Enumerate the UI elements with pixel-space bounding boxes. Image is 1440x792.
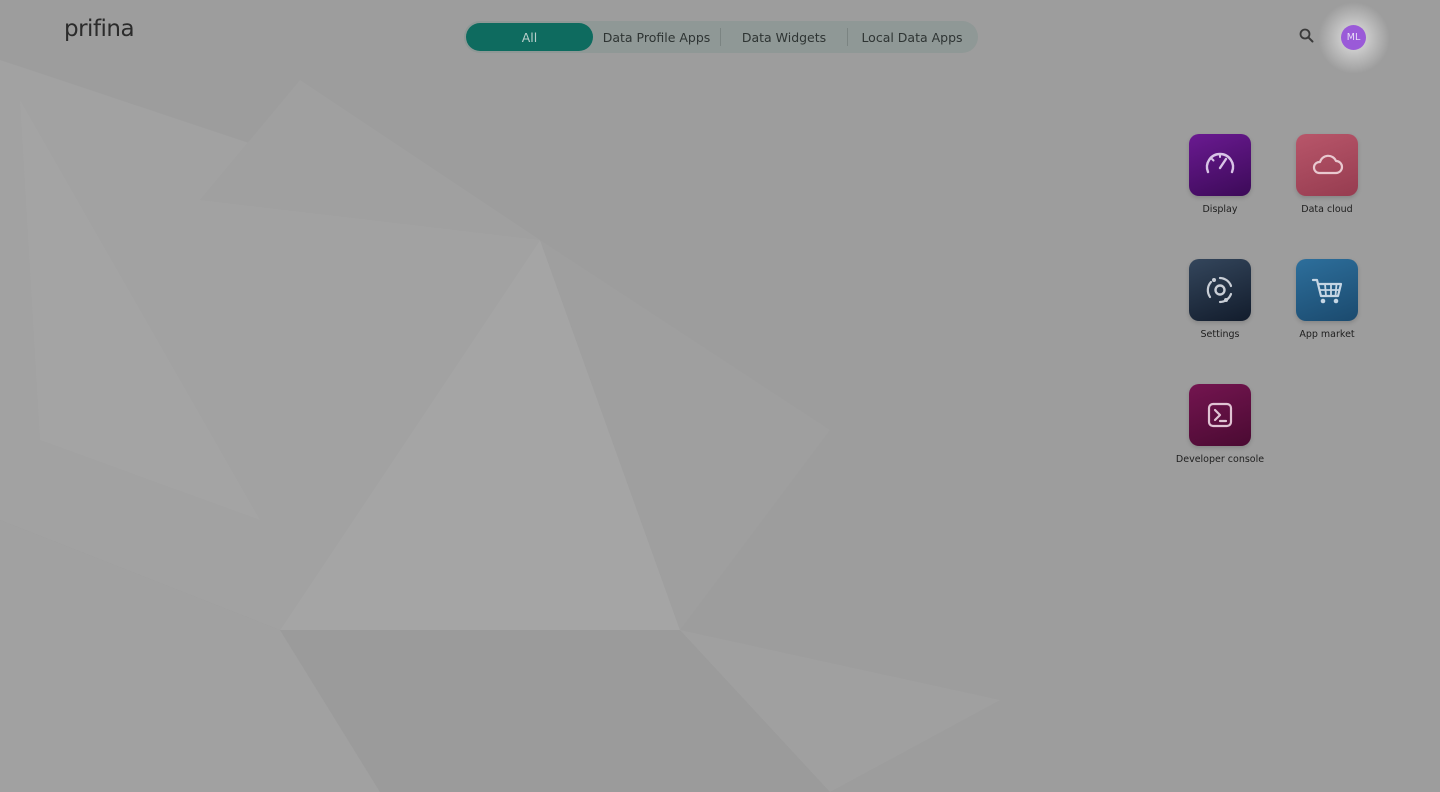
- tab-local-data-apps[interactable]: Local Data Apps: [848, 23, 976, 51]
- tab-data-profile-apps[interactable]: Data Profile Apps: [593, 23, 720, 51]
- app-app-market[interactable]: App market: [1277, 259, 1377, 340]
- terminal-icon: [1189, 384, 1251, 446]
- app-label: Display: [1202, 204, 1238, 215]
- app-display[interactable]: Display: [1170, 134, 1270, 215]
- avatar[interactable]: ML: [1341, 25, 1366, 50]
- search-icon[interactable]: [1297, 26, 1317, 46]
- app-label: Settings: [1200, 329, 1240, 340]
- app-developer-console[interactable]: Developer console: [1170, 384, 1270, 465]
- shopping-cart-icon: [1296, 259, 1358, 321]
- app-label: Developer console: [1175, 454, 1265, 465]
- app-label: App market: [1299, 329, 1355, 340]
- app-label: Data cloud: [1301, 204, 1353, 215]
- speedometer-icon: [1189, 134, 1251, 196]
- app-data-cloud[interactable]: Data cloud: [1277, 134, 1377, 215]
- category-tabs: All Data Profile Apps Data Widgets Local…: [464, 21, 978, 53]
- app-settings[interactable]: Settings: [1170, 259, 1270, 340]
- tab-all[interactable]: All: [466, 23, 593, 51]
- settings-gear-icon: [1189, 259, 1251, 321]
- tab-data-widgets[interactable]: Data Widgets: [721, 23, 847, 51]
- cloud-icon: [1296, 134, 1358, 196]
- prifina-logo[interactable]: prifina: [64, 16, 135, 42]
